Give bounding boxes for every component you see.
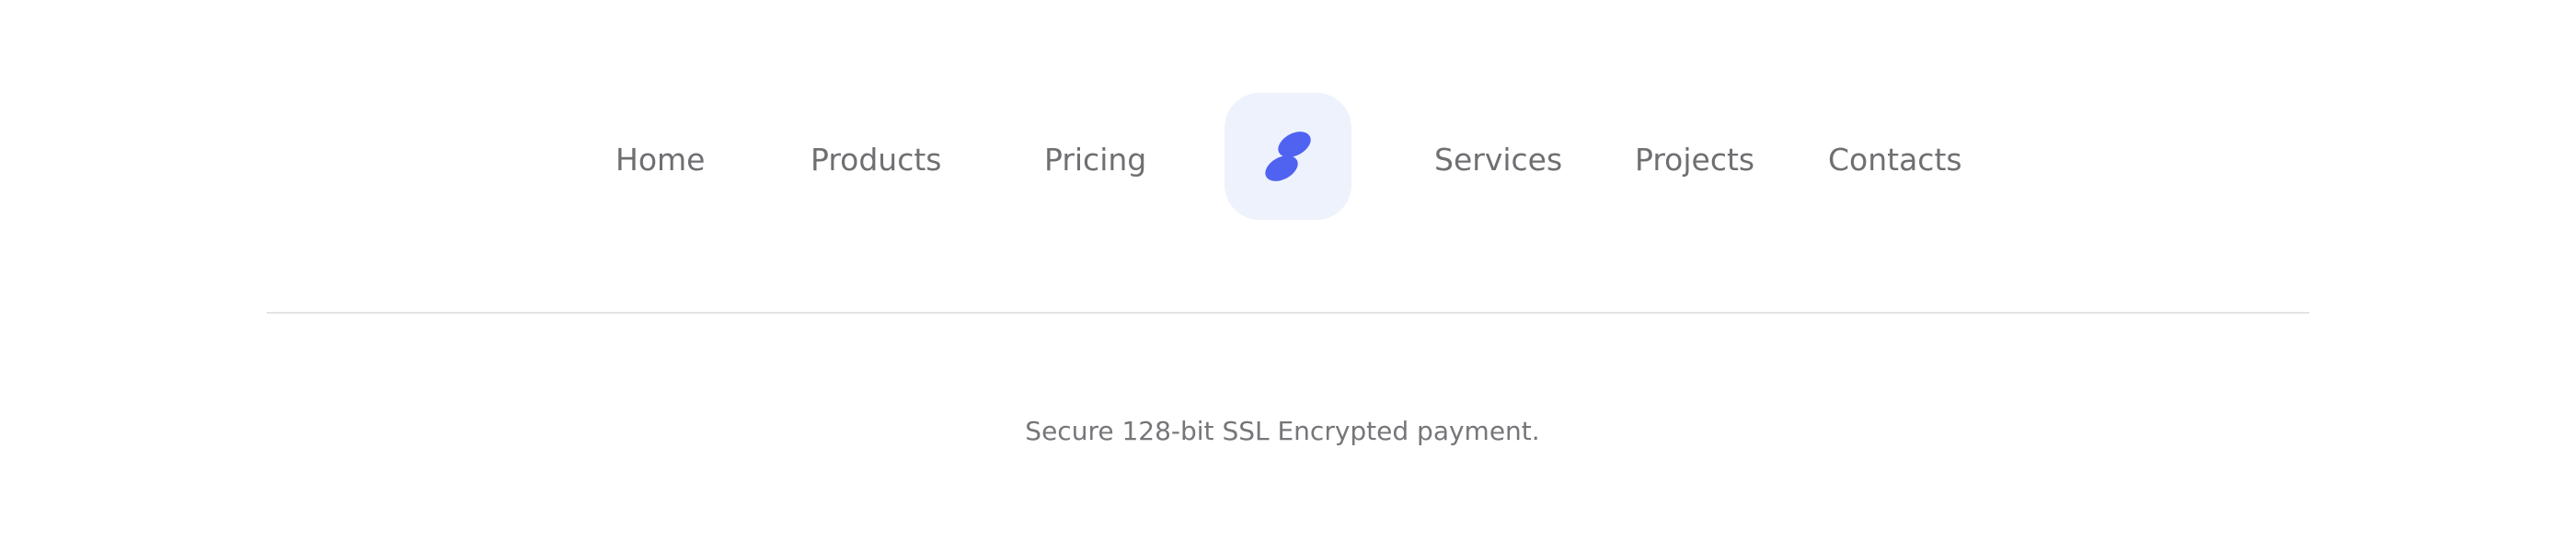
nav-item-projects[interactable]: Projects <box>1635 140 1754 180</box>
page: Home Products Pricing Services Projects … <box>0 0 2576 552</box>
section-divider <box>267 312 2309 314</box>
brand-logo-icon <box>1265 132 1311 181</box>
nav-item-home[interactable]: Home <box>615 140 705 180</box>
nav-item-contacts[interactable]: Contacts <box>1828 140 1962 180</box>
secure-payment-note: Secure 128-bit SSL Encrypted payment. <box>1025 416 1540 446</box>
nav-item-products[interactable]: Products <box>811 140 942 180</box>
nav-item-pricing[interactable]: Pricing <box>1044 140 1146 180</box>
nav-item-services[interactable]: Services <box>1434 140 1562 180</box>
secure-payment-note-row: Secure 128-bit SSL Encrypted payment. <box>0 413 2576 450</box>
brand-logo-button[interactable] <box>1225 93 1351 220</box>
